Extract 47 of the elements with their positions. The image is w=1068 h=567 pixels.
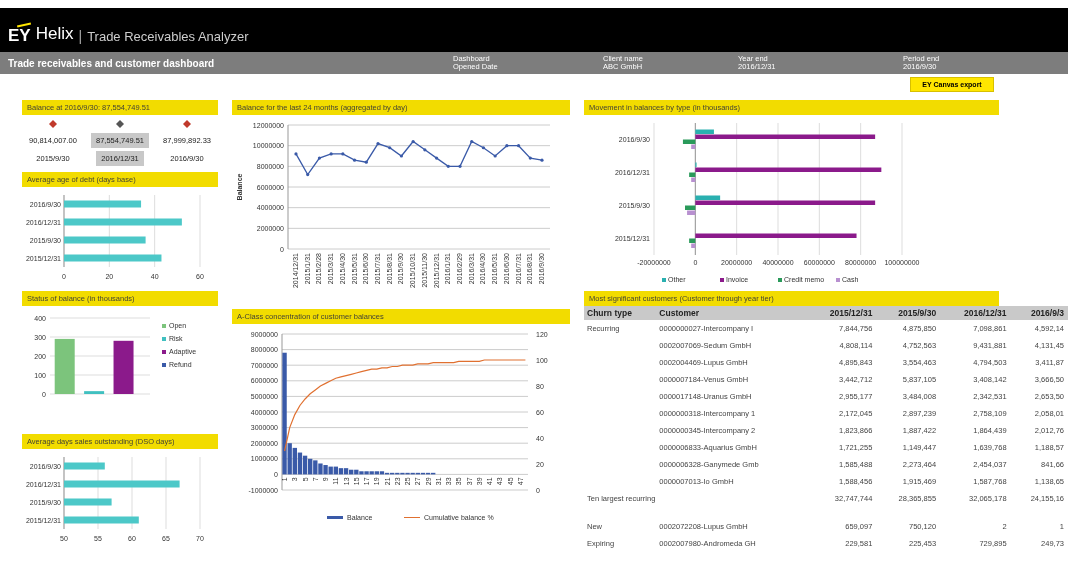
data-point	[294, 152, 298, 156]
chart-bar	[84, 391, 105, 394]
column-header: 2015/9/30	[898, 308, 937, 318]
chart-bar	[54, 338, 75, 394]
legend-swatch	[162, 337, 166, 341]
column-header: 2016/12/31	[964, 308, 1007, 318]
dashboard-title: Trade receivables and customer dashboard	[8, 57, 216, 69]
data-point	[458, 164, 462, 168]
app-title: Trade Receivables Analyzer	[87, 29, 249, 44]
data-point	[399, 154, 404, 158]
data-point	[388, 146, 392, 150]
data-point	[481, 146, 486, 150]
data-point	[329, 152, 333, 156]
data-point	[411, 139, 415, 144]
data-point	[493, 154, 497, 158]
legend-swatch	[162, 324, 166, 328]
legend-swatch	[162, 363, 166, 367]
legend-swatch	[327, 516, 343, 519]
data-point	[352, 158, 357, 162]
data-point	[434, 156, 439, 160]
data-point	[423, 148, 427, 152]
legend-swatch	[162, 350, 166, 354]
legend-swatch	[836, 278, 840, 282]
ey-logo: EY	[8, 24, 31, 44]
data-point	[341, 152, 345, 156]
legend-swatch	[778, 278, 782, 282]
legend-swatch	[662, 278, 666, 282]
column-header: Customer	[659, 308, 699, 318]
chart-bar	[113, 340, 134, 394]
data-point	[306, 173, 310, 177]
product-name: Helix	[35, 24, 74, 44]
data-point	[446, 164, 450, 168]
legend-swatch	[720, 278, 724, 282]
data-point	[470, 139, 474, 144]
data-point	[516, 144, 521, 148]
data-point	[505, 144, 509, 148]
data-point	[540, 158, 544, 162]
data-point	[376, 142, 380, 146]
column-header: 2016/9/3	[1030, 308, 1064, 318]
data-point	[528, 156, 532, 160]
title-separator: |	[78, 28, 83, 44]
column-header: 2015/12/31	[829, 308, 873, 318]
data-point	[364, 160, 368, 164]
chart-bar	[64, 462, 105, 470]
column-header: Churn type	[587, 308, 632, 318]
chart-bar	[64, 498, 112, 506]
data-point	[317, 156, 322, 160]
